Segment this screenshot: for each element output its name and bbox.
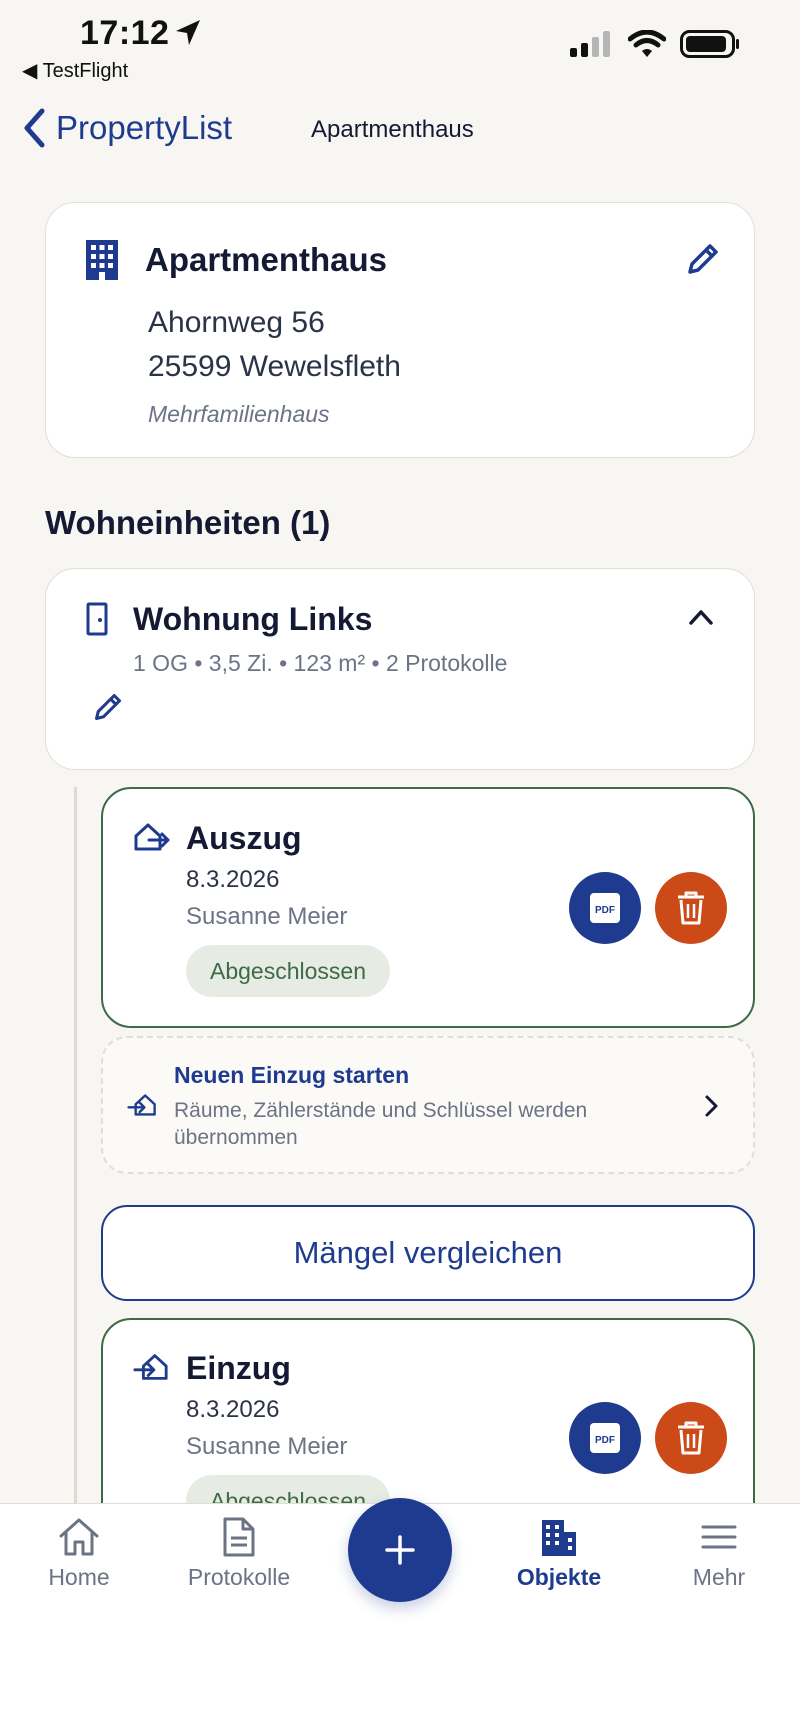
pdf-label: PDF [595,1435,615,1446]
protocol-date: 8.3.2026 [186,866,280,893]
property-street: Ahornweg 56 [148,306,325,339]
back-label: PropertyList [56,109,233,146]
property-city: 25599 Wewelsfleth [148,350,401,383]
status-badge: Abgeschlossen [186,945,390,997]
pdf-button[interactable]: PDF [569,872,641,944]
new-move-in-title: Neuen Einzug starten [174,1062,410,1088]
delete-button[interactable] [655,1402,727,1474]
protocol-date: 8.3.2026 [186,1396,280,1423]
compare-defects-button[interactable]: Mängel vergleichen [101,1205,755,1301]
protocol-title: Auszug [186,820,302,856]
move-out-icon [133,822,171,857]
edit-unit-button[interactable] [93,692,123,727]
pdf-button[interactable]: PDF [569,1402,641,1474]
tab-label: Objekte [516,1564,602,1590]
nav-title: Apartmenthaus [311,116,474,143]
tab-label: Home [48,1564,110,1590]
testflight-back-link[interactable]: ◀ TestFlight [22,58,128,83]
status-icons [570,30,740,58]
wifi-icon [628,30,666,57]
tree-connector-line [74,787,77,1507]
protocol-person: Susanne Meier [186,1433,348,1460]
tab-home[interactable]: Home [9,1516,149,1591]
move-in-icon [133,1352,169,1387]
plus-icon [385,1535,415,1565]
back-button[interactable]: PropertyList [22,108,232,148]
tab-mehr[interactable]: Mehr [649,1516,789,1591]
tab-label: Mehr [692,1564,746,1590]
tab-protokolle[interactable]: Protokolle [169,1516,309,1591]
unit-name: Wohnung Links [133,601,373,637]
cellular-signal-icon [570,31,610,57]
protocol-person: Susanne Meier [186,903,348,930]
property-type: Mehrfamilienhaus [148,401,330,427]
collapse-unit-button[interactable] [688,608,714,631]
buildings-icon [542,1520,576,1556]
units-section-title: Wohneinheiten (1) [45,504,331,541]
building-icon [86,240,118,285]
pencil-icon [94,693,122,721]
protocol-title: Einzug [186,1350,291,1386]
chevron-right-icon [704,1094,720,1123]
document-icon [223,1517,255,1557]
pdf-icon: PDF [590,1423,620,1453]
chevron-left-icon [24,108,45,148]
menu-icon [701,1525,737,1549]
delete-button[interactable] [655,872,727,944]
battery-icon [680,30,739,58]
add-button[interactable] [348,1498,452,1602]
pencil-icon [688,244,718,274]
pdf-icon: PDF [590,893,620,923]
move-in-icon [127,1092,157,1123]
pdf-label: PDF [595,905,615,916]
location-arrow-icon [174,18,202,53]
status-time: 17:12 [80,14,170,52]
tab-label: Protokolle [187,1564,291,1590]
chevron-up-icon [689,610,713,625]
edit-property-button[interactable] [686,242,720,281]
unit-meta: 1 OG • 3,5 Zi. • 123 m² • 2 Protokolle [133,650,508,676]
home-icon [59,1518,99,1556]
trash-icon [678,891,704,925]
door-icon [86,602,108,641]
tab-objekte[interactable]: Objekte [489,1516,629,1591]
property-name: Apartmenthaus [145,241,388,278]
new-move-in-description: Räume, Zählerstände und Schlüssel werden… [174,1099,588,1150]
trash-icon [678,1421,704,1455]
